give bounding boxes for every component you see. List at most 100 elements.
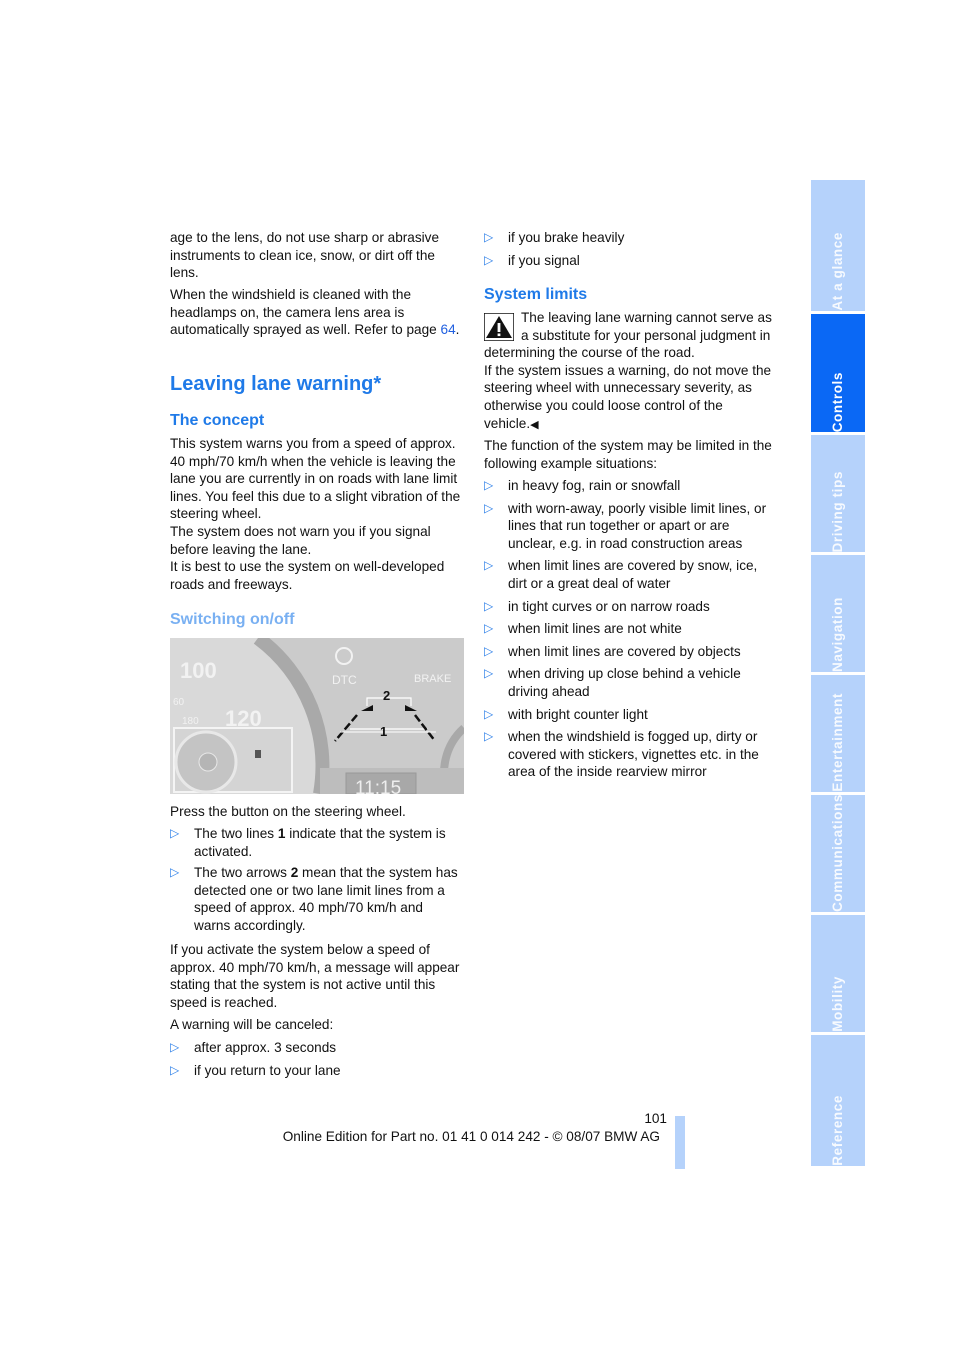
tab-mobility[interactable]: Mobility — [811, 915, 865, 1032]
item-text: when limit lines are not white — [508, 621, 682, 637]
tab-communications[interactable]: Communications — [811, 794, 865, 912]
item-text: with bright counter light — [508, 706, 648, 722]
instrument-cluster-illustration: 100 120 60 180 DTC BRAKE 2 1 11:15 — [170, 638, 464, 794]
triangle-right-icon: ▷ — [484, 621, 494, 636]
page-number: 101 — [644, 1111, 667, 1126]
warning-block: The leaving lane warning cannot serve as… — [484, 309, 776, 434]
press-button-text: Press the button on the steering wheel. — [170, 804, 406, 819]
tab-at-a-glance[interactable]: At a glance — [811, 180, 865, 311]
concept-paragraph: It is best to use the system on well-dev… — [170, 559, 445, 592]
page-title: Leaving lane warning* — [170, 373, 382, 395]
tab-label: Reference — [830, 1095, 846, 1166]
list-item: ▷ in heavy fog, rain or snowfall — [484, 477, 776, 495]
tab-label: Entertainment — [830, 693, 846, 792]
indicator-list: ▷ The two lines 1 indicate that the syste… — [170, 825, 462, 935]
concept-paragraph: This system warns you from a speed of ap… — [170, 436, 461, 522]
triangle-right-icon: ▷ — [170, 826, 180, 840]
edition-footer: Online Edition for Part no. 01 41 0 014 … — [282, 1129, 660, 1144]
tab-controls[interactable]: Controls — [811, 314, 865, 432]
triangle-right-icon: ▷ — [484, 643, 494, 658]
item-text: after approx. 3 seconds — [194, 1040, 337, 1055]
triangle-right-icon: ▷ — [484, 729, 494, 744]
list-item: ▷ when limit lines are covered by snow, i… — [484, 557, 776, 592]
callout-1: 1 — [380, 724, 387, 739]
triangle-right-icon: ▷ — [484, 478, 494, 492]
top-list: ▷ if you brake heavily ▷ if you signal — [484, 229, 776, 269]
limited-intro: The function of the system may be limite… — [484, 438, 772, 471]
list-item: ▷ if you brake heavily — [484, 229, 776, 247]
triangle-right-icon: ▷ — [484, 230, 494, 244]
concept-section: This system warns you from a speed of ap… — [170, 435, 462, 593]
period: . — [455, 322, 460, 338]
triangle-right-icon: ▷ — [484, 252, 494, 267]
triangle-right-icon: ▷ — [484, 500, 494, 515]
clock-display: 11:15 — [355, 778, 401, 794]
tab-label: Mobility — [830, 976, 846, 1032]
list-item: ▷ with worn-away, poorly visible limit li… — [484, 500, 776, 553]
item-text: The two arrows — [194, 865, 291, 881]
system-limits-heading: System limits — [484, 286, 588, 303]
cancel-list: ▷ after approx. 3 seconds ▷ if you return … — [170, 1039, 462, 1079]
intro-paragraph: age to the lens, do not use sharp or abr… — [170, 230, 440, 281]
item-text: in tight curves or on narrow roads — [508, 598, 710, 614]
below-speed-paragraph: If you activate the system below a speed… — [170, 942, 460, 1010]
triangle-right-icon: ▷ — [170, 1040, 180, 1054]
switching-heading: Switching on/off — [170, 611, 295, 628]
warning-triangle-icon — [484, 313, 514, 341]
speed-60: 60 — [173, 697, 185, 708]
tab-navigation[interactable]: Navigation — [811, 555, 865, 672]
speed-180: 180 — [182, 716, 199, 727]
triangle-right-icon: ▷ — [170, 865, 180, 880]
tab-label: Controls — [830, 371, 846, 432]
windshield-paragraph: When the windshield is cleaned with the … — [170, 286, 462, 339]
triangle-right-icon: ▷ — [484, 558, 494, 573]
item-text: when limit lines are covered by objects — [508, 643, 741, 659]
list-item: ▷ when limit lines are covered by objects — [484, 643, 776, 661]
list-item: ▷ when the windshield is fogged up, dirty… — [484, 728, 776, 781]
list-item: ▷ The two arrows 2 mean that the system h… — [170, 864, 462, 934]
item-text: The two lines — [194, 826, 278, 841]
item-text: with worn-away, poorly visible limit lin… — [508, 500, 767, 551]
triangle-right-icon: ▷ — [484, 598, 494, 613]
warning-text: If the system issues a warning, do not m… — [484, 362, 776, 434]
windshield-text: When the windshield is cleaned with the … — [170, 287, 441, 338]
tab-label: Navigation — [830, 596, 846, 672]
cancel-intro: A warning will be canceled: — [170, 1017, 334, 1032]
item-text: when the windshield is fogged up, dirty … — [508, 729, 759, 780]
item-text: when driving up close behind a vehicle d… — [508, 666, 741, 699]
item-text: if you brake heavily — [508, 230, 625, 245]
tab-label: Communications — [830, 794, 846, 912]
concept-paragraph: The system does not warn you if you sign… — [170, 523, 431, 557]
instrument-cluster-figure: 100 120 60 180 DTC BRAKE 2 1 11:15 — [170, 638, 464, 794]
warning-text: The leaving lane warning cannot serve as… — [484, 310, 772, 361]
warning-text-2: If the system issues a warning, do not m… — [484, 362, 772, 431]
list-item: ▷ when driving up close behind a vehicle … — [484, 665, 776, 700]
end-mark-icon: ◀ — [530, 418, 539, 431]
list-item: ▷ in tight curves or on narrow roads — [484, 598, 776, 616]
page-link[interactable]: 64 — [441, 322, 456, 337]
triangle-right-icon: ▷ — [484, 706, 494, 721]
triangle-right-icon: ▷ — [484, 666, 494, 681]
tab-reference[interactable]: Reference — [811, 1035, 865, 1166]
limits-list: ▷ in heavy fog, rain or snowfall ▷ with wo… — [484, 477, 776, 781]
tab-label: At a glance — [830, 232, 846, 311]
tab-driving-tips[interactable]: Driving tips — [811, 435, 865, 552]
speed-100: 100 — [180, 658, 217, 683]
item-text: in heavy fog, rain or snowfall — [508, 478, 681, 493]
callout-2: 2 — [383, 688, 390, 703]
tab-label: Driving tips — [830, 470, 846, 552]
item-text: if you signal — [508, 252, 580, 268]
list-item: ▷ with bright counter light — [484, 706, 776, 724]
concept-heading: The concept — [170, 412, 265, 429]
page-marker-bar — [675, 1116, 685, 1169]
dtc-label: DTC — [332, 673, 357, 687]
list-item: ▷ when limit lines are not white — [484, 620, 776, 638]
list-item: ▷ if you return to your lane — [170, 1062, 462, 1080]
brake-label: BRAKE — [414, 673, 451, 685]
tab-entertainment[interactable]: Entertainment — [811, 675, 865, 792]
triangle-right-icon: ▷ — [170, 1062, 180, 1077]
item-text: when limit lines are covered by snow, ic… — [508, 558, 758, 591]
list-item: ▷ The two lines 1 indicate that the syste… — [170, 825, 462, 860]
list-item: ▷ if you signal — [484, 252, 776, 270]
item-text: if you return to your lane — [194, 1062, 341, 1078]
